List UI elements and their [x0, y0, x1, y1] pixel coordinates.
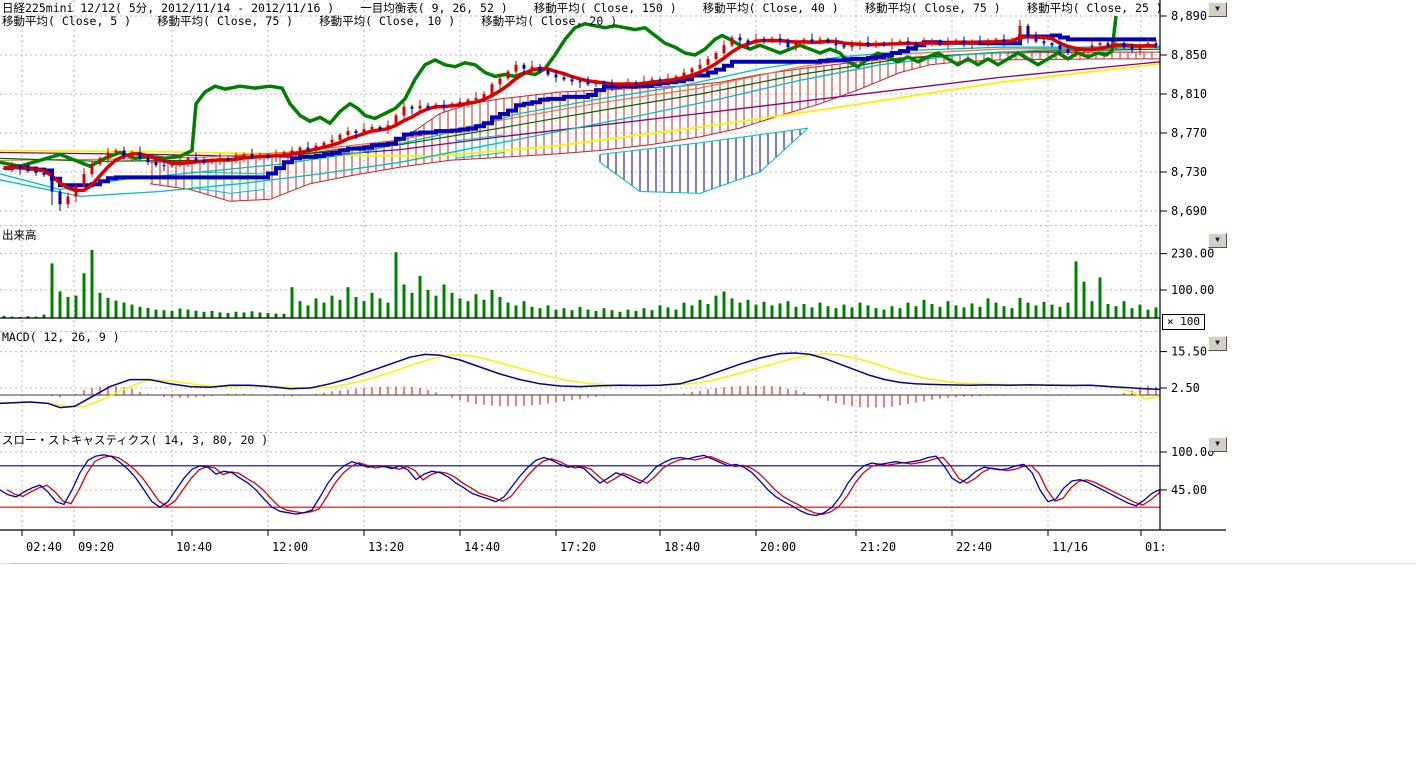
- ma-10-cyan: [0, 46, 1160, 189]
- time-axis-label: 21:20: [860, 540, 896, 554]
- indicator-label: 移動平均( Close, 25 ): [1027, 1, 1163, 15]
- time-axis-label: 17:20: [560, 540, 596, 554]
- indicator-label: 移動平均( Close, 40 ): [703, 1, 839, 15]
- price-axis-label: 8,770: [1171, 126, 1207, 140]
- macd-scale-dropdown-button[interactable]: ▼: [1208, 336, 1227, 351]
- time-axis-label: 20:00: [760, 540, 796, 554]
- volume-multiplier-badge: × 100: [1162, 314, 1205, 330]
- price-scale-dropdown-button[interactable]: ▼: [1208, 2, 1227, 17]
- time-axis-label: 12:00: [272, 540, 308, 554]
- stoch-axis-label: 45.00: [1171, 483, 1207, 497]
- volume-axis-label: 230.00: [1171, 247, 1214, 261]
- scrollbar-track[interactable]: [10, 563, 285, 564]
- volume-axis-label: 100.00: [1171, 283, 1214, 297]
- chart-canvas: 8,8908,8508,8108,7708,7308,690230.00100.…: [0, 0, 1416, 768]
- macd-line: [0, 353, 1160, 408]
- price-axis-label: 8,730: [1171, 165, 1207, 179]
- main-price-panel: [0, 16, 1160, 211]
- ma-40-dark-green: [0, 49, 1160, 161]
- time-axis-label: 01:: [1145, 540, 1167, 554]
- macd-panel-label: MACD( 12, 26, 9 ): [2, 330, 120, 344]
- chevron-down-icon: ▼: [1215, 4, 1220, 13]
- volume-panel-label: 出来高: [2, 227, 37, 243]
- ichimoku-cloud: [150, 52, 1160, 201]
- time-axis-label: 22:40: [956, 540, 992, 554]
- indicator-label: 移動平均( Close, 20 ): [481, 14, 617, 28]
- macd-axis-label: 2.50: [1171, 381, 1200, 395]
- price-axis-label: 8,810: [1171, 87, 1207, 101]
- indicator-label: 移動平均( Close, 75 ): [157, 14, 293, 28]
- macd-histogram: [4, 386, 1156, 408]
- chart-window: 8,8908,8508,8108,7708,7308,690230.00100.…: [0, 0, 1416, 768]
- header-line-2: 移動平均( Close, 5 ) 移動平均( Close, 75 ) 移動平均( C…: [2, 13, 643, 29]
- stoch-k-line: [0, 455, 1160, 516]
- time-axis-label: 13:20: [368, 540, 404, 554]
- chevron-down-icon: ▼: [1215, 439, 1220, 448]
- time-axis-label: 18:40: [664, 540, 700, 554]
- price-axis-label: 8,690: [1171, 204, 1207, 218]
- time-axis-label: 09:20: [78, 540, 114, 554]
- chevron-down-icon: ▼: [1215, 338, 1220, 347]
- indicator-label: 移動平均( Close, 10 ): [319, 14, 455, 28]
- stochastics-panel-label: スロー・ストキャスティクス( 14, 3, 80, 20 ): [2, 432, 268, 448]
- indicator-label: 移動平均( Close, 75 ): [865, 1, 1001, 15]
- stoch-scale-dropdown-button[interactable]: ▼: [1208, 437, 1227, 452]
- chevron-down-icon: ▼: [1215, 235, 1220, 244]
- price-axis-label: 8,850: [1171, 48, 1207, 62]
- ichimoku-sub-band: [600, 128, 808, 193]
- volume-panel: [3, 250, 1158, 318]
- time-axis-label: 11/16: [1052, 540, 1088, 554]
- time-axis-label: 14:40: [464, 540, 500, 554]
- macd-axis-label: 15.50: [1171, 345, 1207, 359]
- volume-scale-dropdown-button[interactable]: ▼: [1208, 233, 1227, 248]
- time-axis-label: 10:40: [176, 540, 212, 554]
- macd-panel: [0, 353, 1160, 408]
- stochastics-panel: [0, 455, 1160, 516]
- indicator-label: 移動平均( Close, 5 ): [2, 14, 131, 28]
- time-axis-label: 02:40: [26, 540, 62, 554]
